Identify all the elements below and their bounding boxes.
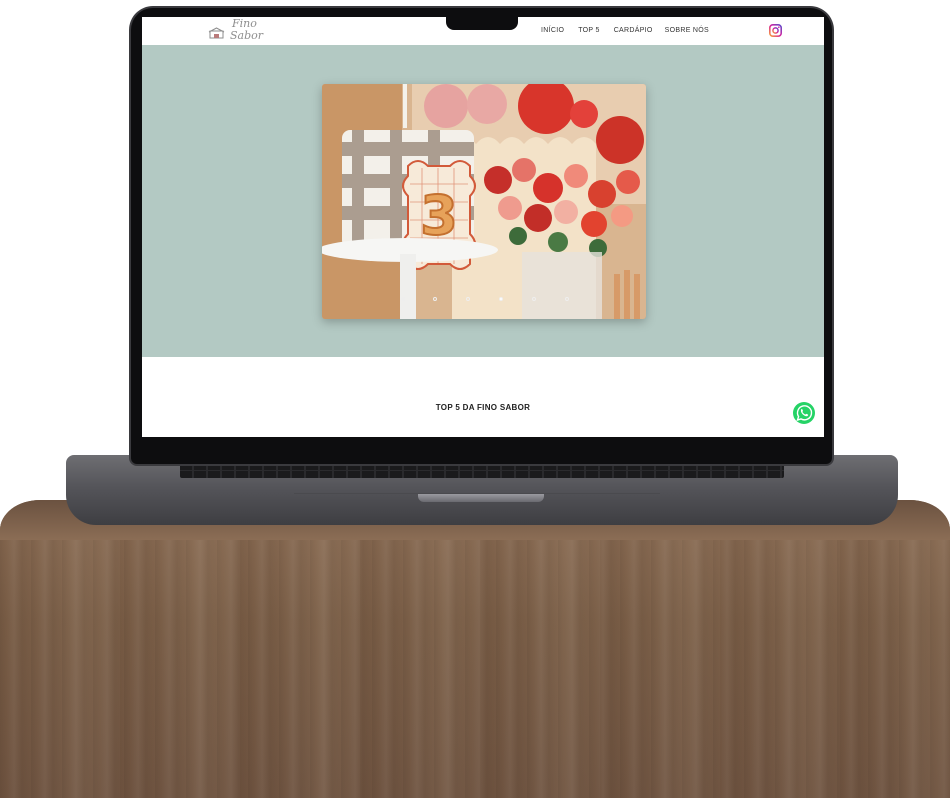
slider-dot-4[interactable] [499, 297, 503, 301]
slider-dot-6[interactable] [565, 297, 569, 301]
house-logo-icon [208, 27, 225, 39]
laptop-screen: Fino Sabor INÍCIO TOP 5 CARDÁPIO SOBRE N… [142, 17, 824, 437]
logo-text-line2: Sabor [230, 29, 264, 42]
hero-section: 3 [142, 45, 824, 357]
top5-section-title: TOP 5 DA FINO SABOR [435, 403, 531, 412]
cake-photo: 3 [322, 84, 646, 319]
wooden-table [0, 500, 950, 798]
nav-item-top5[interactable]: TOP 5 [578, 27, 599, 34]
slider-dot-5[interactable] [532, 297, 536, 301]
slider-dot-3[interactable] [466, 297, 470, 301]
laptop-hinge [418, 494, 544, 502]
instagram-icon[interactable] [769, 24, 782, 37]
slider-dot-2[interactable] [433, 297, 437, 301]
slider-dot-1[interactable] [401, 297, 405, 301]
nav-item-cardapio[interactable]: CARDÁPIO [614, 27, 653, 34]
slider-dots [401, 297, 571, 303]
laptop-trackpad [294, 480, 660, 494]
camera-notch [446, 14, 518, 30]
nav-item-inicio[interactable]: INÍCIO [541, 27, 564, 34]
hero-slide-image[interactable]: 3 [322, 84, 646, 319]
keyboard-row-divider [180, 470, 784, 471]
whatsapp-icon[interactable] [792, 401, 816, 425]
cake-number: 3 [420, 184, 458, 247]
main-nav: INÍCIO TOP 5 CARDÁPIO SOBRE NÓS [541, 27, 709, 34]
nav-item-sobre-nos[interactable]: SOBRE NÓS [665, 27, 709, 34]
site-logo[interactable]: Fino Sabor [202, 17, 264, 45]
